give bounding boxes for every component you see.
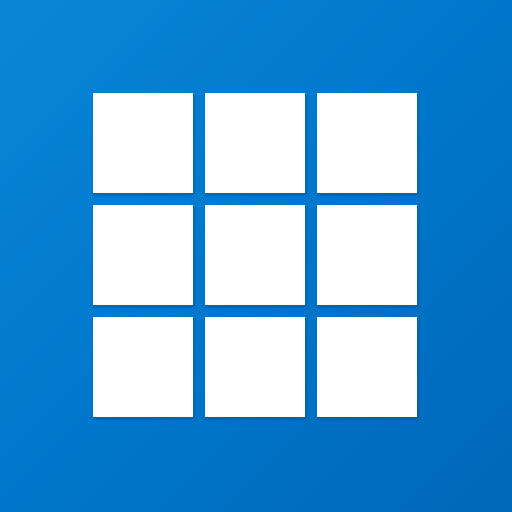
grid-tile	[205, 205, 305, 305]
grid-icon	[93, 93, 418, 418]
grid-tile	[93, 317, 193, 417]
grid-tile	[317, 93, 417, 193]
grid-tile	[93, 205, 193, 305]
grid-tile	[93, 93, 193, 193]
grid-tile	[205, 317, 305, 417]
grid-tile	[317, 317, 417, 417]
grid-tile	[317, 205, 417, 305]
app-icon	[0, 0, 512, 512]
grid-tile	[205, 93, 305, 193]
